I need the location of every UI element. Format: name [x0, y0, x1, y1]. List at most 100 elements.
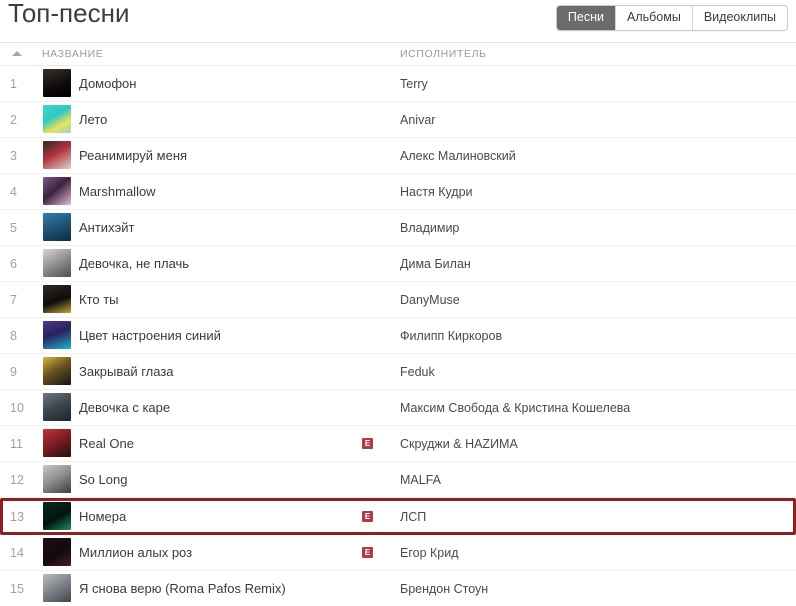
album-art-thumbnail[interactable]	[43, 393, 71, 421]
track-row[interactable]: 7 Кто ты DanyMuse	[0, 282, 796, 318]
track-title[interactable]: Я снова верю (Roma Pafos Remix)	[79, 581, 286, 596]
album-art-thumbnail[interactable]	[43, 213, 71, 241]
track-rank: 15	[10, 581, 24, 596]
track-rank: 8	[10, 328, 17, 343]
page-header: Топ-песни Песни Альбомы Видеоклипы	[0, 0, 796, 40]
column-header-artist[interactable]: ИСПОЛНИТЕЛЬ	[400, 48, 487, 60]
track-artist[interactable]: ЛСП	[400, 510, 426, 524]
album-art-thumbnail[interactable]	[43, 177, 71, 205]
track-artist[interactable]: DanyMuse	[400, 293, 460, 307]
track-title[interactable]: Номера	[79, 509, 126, 524]
album-art-image	[43, 285, 71, 313]
track-row[interactable]: 8 Цвет настроения синий Филипп Киркоров	[0, 318, 796, 354]
tab-videos[interactable]: Видеоклипы	[691, 6, 787, 30]
track-title[interactable]: So Long	[79, 472, 127, 487]
track-title[interactable]: Девочка, не плачь	[79, 256, 189, 271]
track-row[interactable]: 14 Миллион алых роз E Егор Крид	[0, 535, 796, 571]
track-title[interactable]: Кто ты	[79, 292, 119, 307]
track-rank: 5	[10, 220, 17, 235]
track-artist[interactable]: Брендон Стоун	[400, 582, 488, 596]
track-title[interactable]: Реанимируй меня	[79, 148, 187, 163]
track-rank: 1	[10, 76, 17, 91]
track-artist[interactable]: Владимир	[400, 221, 459, 235]
album-art-image	[43, 105, 71, 133]
explicit-badge: E	[362, 511, 373, 522]
track-rank: 11	[10, 436, 23, 451]
track-title[interactable]: Домофон	[79, 76, 136, 91]
track-artist[interactable]: Алекс Малиновский	[400, 149, 516, 163]
album-art-image	[43, 465, 71, 493]
track-rank: 4	[10, 184, 17, 199]
album-art-thumbnail[interactable]	[43, 502, 71, 530]
track-rank: 12	[10, 472, 24, 487]
track-title[interactable]: Антихэйт	[79, 220, 134, 235]
album-art-image	[43, 357, 71, 385]
track-artist[interactable]: Feduk	[400, 365, 435, 379]
album-art-thumbnail[interactable]	[43, 321, 71, 349]
track-artist[interactable]: Настя Кудри	[400, 185, 473, 199]
album-art-image	[43, 538, 71, 566]
track-title[interactable]: Закрывай глаза	[79, 364, 174, 379]
album-art-thumbnail[interactable]	[43, 69, 71, 97]
album-art-image	[43, 502, 71, 530]
album-art-thumbnail[interactable]	[43, 105, 71, 133]
album-art-thumbnail[interactable]	[43, 285, 71, 313]
track-row[interactable]: 9 Закрывай глаза Feduk	[0, 354, 796, 390]
track-title[interactable]: Real One	[79, 436, 134, 451]
album-art-thumbnail[interactable]	[43, 357, 71, 385]
album-art-thumbnail[interactable]	[43, 538, 71, 566]
track-artist[interactable]: Филипп Киркоров	[400, 329, 502, 343]
explicit-badge: E	[362, 438, 373, 449]
view-mode-tabs[interactable]: Песни Альбомы Видеоклипы	[555, 5, 788, 31]
track-row[interactable]: 13 Номера E ЛСП	[0, 498, 796, 535]
album-art-thumbnail[interactable]	[43, 141, 71, 169]
album-art-thumbnail[interactable]	[43, 249, 71, 277]
track-artist[interactable]: Максим Свобода & Кристина Кошелева	[400, 401, 630, 415]
track-row[interactable]: 11 Real One E Скруджи & HAZИMA	[0, 426, 796, 462]
track-title[interactable]: Лето	[79, 112, 107, 127]
track-rank: 6	[10, 256, 17, 271]
track-rank: 10	[10, 400, 24, 415]
album-art-image	[43, 321, 71, 349]
album-art-thumbnail[interactable]	[43, 429, 71, 457]
album-art-image	[43, 249, 71, 277]
track-row[interactable]: 2 Лето Anivar	[0, 102, 796, 138]
album-art-image	[43, 429, 71, 457]
track-artist[interactable]: Егор Крид	[400, 546, 459, 560]
page-title: Топ-песни	[8, 0, 130, 28]
album-art-thumbnail[interactable]	[43, 465, 71, 493]
album-art-thumbnail[interactable]	[43, 574, 71, 602]
album-art-image	[43, 393, 71, 421]
track-row[interactable]: 6 Девочка, не плачь Дима Билан	[0, 246, 796, 282]
sort-ascending-icon[interactable]	[12, 51, 22, 56]
album-art-image	[43, 141, 71, 169]
album-art-image	[43, 213, 71, 241]
track-row[interactable]: 15 Я снова верю (Roma Pafos Remix) Брендон…	[0, 571, 796, 606]
track-row[interactable]: 12 So Long MALFA	[0, 462, 796, 498]
track-artist[interactable]: Terry	[400, 77, 428, 91]
track-rank: 7	[10, 292, 17, 307]
album-art-image	[43, 69, 71, 97]
track-title[interactable]: Marshmallow	[79, 184, 156, 199]
album-art-image	[43, 574, 71, 602]
tab-albums[interactable]: Альбомы	[615, 6, 692, 30]
track-title[interactable]: Миллион алых роз	[79, 545, 192, 560]
track-rank: 3	[10, 148, 17, 163]
track-row[interactable]: 3 Реанимируй меня Алекс Малиновский	[0, 138, 796, 174]
track-row[interactable]: 10 Девочка с каре Максим Свобода & Кристин…	[0, 390, 796, 426]
track-artist[interactable]: Дима Билан	[400, 257, 471, 271]
track-row[interactable]: 1 Домофон Terry	[0, 66, 796, 102]
track-rank: 9	[10, 364, 17, 379]
track-list: 1 Домофон Terry 2 Лето Anivar 3 Реанимируй меня…	[0, 66, 796, 606]
column-header-title[interactable]: НАЗВАНИЕ	[42, 48, 103, 60]
track-row[interactable]: 4 Marshmallow Настя Кудри	[0, 174, 796, 210]
tab-songs[interactable]: Песни	[556, 6, 615, 30]
track-row[interactable]: 5 Антихэйт Владимир	[0, 210, 796, 246]
track-artist[interactable]: Anivar	[400, 113, 435, 127]
track-title[interactable]: Девочка с каре	[79, 400, 170, 415]
track-artist[interactable]: Скруджи & HAZИMA	[400, 437, 518, 451]
explicit-badge: E	[362, 547, 373, 558]
track-artist[interactable]: MALFA	[400, 473, 441, 487]
track-rank: 14	[10, 545, 24, 560]
track-title[interactable]: Цвет настроения синий	[79, 328, 221, 343]
